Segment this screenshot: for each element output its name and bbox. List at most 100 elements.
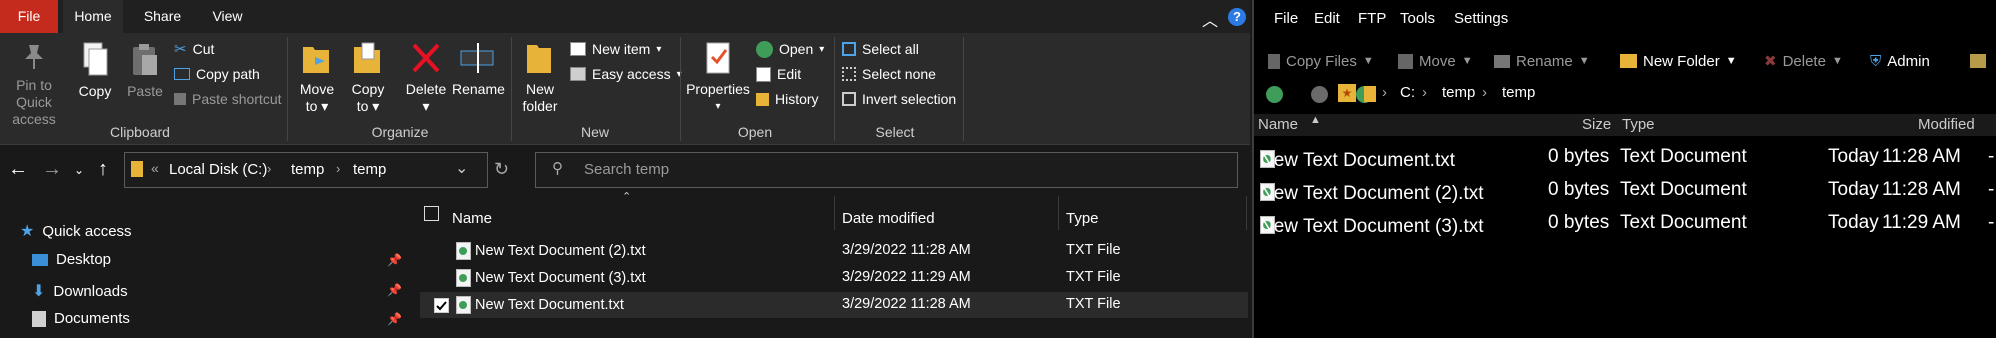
refresh-icon[interactable]: ↻ (494, 159, 509, 180)
path-drive[interactable]: C: (1400, 84, 1415, 101)
tab-share[interactable]: Share (135, 0, 190, 33)
column-header-date[interactable]: Date modified (842, 210, 935, 227)
back-circle-icon[interactable] (1266, 85, 1283, 103)
history-button[interactable]: History (756, 88, 819, 110)
breadcrumb-drive[interactable]: Local Disk (C:) (169, 161, 267, 178)
pin-icon[interactable]: 📌 (387, 283, 402, 297)
file-day-cell: Today (1828, 212, 1879, 233)
manager-rename-button[interactable]: Rename ▼ (1494, 47, 1590, 75)
edit-label: Edit (777, 66, 802, 82)
admin-label: Admin (1887, 52, 1930, 70)
move-to-button[interactable]: Move to ▾ (295, 39, 339, 115)
delete-button[interactable]: Delete ▾ (404, 39, 448, 115)
select-all-checkbox[interactable] (424, 206, 439, 221)
pin-quick-access-button[interactable]: Pin to Quick access (0, 41, 68, 128)
column-header-name[interactable]: Name (1258, 116, 1298, 133)
file-day-cell: Today (1828, 179, 1879, 200)
tab-view[interactable]: View (200, 0, 255, 33)
edit-button[interactable]: Edit (756, 63, 801, 85)
forward-arrow-icon[interactable]: → (42, 158, 62, 181)
copy-path-button[interactable]: Copy path (174, 63, 260, 85)
properties-button[interactable]: Properties ▾ (685, 39, 751, 115)
admin-shield-icon: ⛨ (1870, 52, 1882, 70)
open-icon (756, 40, 773, 58)
row-checkbox-checked[interactable] (434, 298, 449, 313)
manager-file-row[interactable]: New Text Document.txt 0 bytes Text Docum… (1254, 142, 1996, 174)
address-bar[interactable]: « Local Disk (C:) › temp › temp ⌄ (124, 152, 488, 188)
new-item-button[interactable]: New item ▾ (570, 38, 661, 60)
path-temp[interactable]: temp (1442, 84, 1475, 101)
search-input[interactable]: ⚲ Search temp (535, 152, 1238, 188)
menu-ftp[interactable]: FTP (1358, 10, 1386, 27)
column-header-name[interactable]: Name (452, 210, 492, 227)
recent-locations-icon[interactable]: ⌄ (74, 163, 84, 177)
properties-icon (706, 42, 730, 74)
organize-group-label: Organize (371, 124, 429, 140)
pin-icon[interactable]: 📌 (387, 253, 402, 267)
breadcrumb-temp-current[interactable]: temp (353, 161, 386, 178)
paste-shortcut-button[interactable]: Paste shortcut (174, 88, 282, 110)
rename-icon (460, 43, 494, 73)
easy-access-button[interactable]: Easy access▾ (570, 63, 682, 85)
file-time-cell: 11:28 AM (1882, 146, 1961, 167)
cut-button[interactable]: ✂ Cut (174, 38, 214, 60)
column-header-type[interactable]: Type (1622, 116, 1655, 133)
copy-button[interactable]: Copy (74, 41, 116, 100)
file-date-cell: 3/29/2022 11:28 AM (842, 242, 971, 258)
file-row-selected[interactable]: New Text Document.txt 3/29/2022 11:28 AM… (420, 292, 1248, 318)
move-button[interactable]: Move ▼ (1398, 47, 1473, 75)
select-all-button[interactable]: Select all (842, 38, 919, 60)
menu-file[interactable]: File (1274, 10, 1298, 27)
file-row[interactable]: New Text Document (3).txt 3/29/2022 11:2… (420, 265, 1248, 291)
ribbon-divider (287, 37, 288, 141)
file-row[interactable]: New Text Document (2).txt 3/29/2022 11:2… (420, 238, 1248, 264)
open-button[interactable]: Open ▾ (756, 38, 824, 60)
forward-circle-icon[interactable] (1311, 85, 1329, 103)
manager-file-row[interactable]: New Text Document (3).txt 0 bytes Text D… (1254, 208, 1996, 240)
manager-file-row[interactable]: New Text Document (2).txt 0 bytes Text D… (1254, 175, 1996, 207)
menu-tools[interactable]: Tools (1400, 10, 1435, 27)
copy-files-button[interactable]: Copy Files ▼ (1268, 47, 1374, 75)
column-header-size[interactable]: Size (1582, 116, 1611, 133)
column-divider[interactable] (1246, 196, 1247, 230)
toolbar-overflow-button[interactable] (1970, 47, 1986, 75)
back-arrow-icon[interactable]: ← (8, 158, 28, 181)
copy-to-button[interactable]: Copy to ▾ (346, 39, 390, 115)
column-divider[interactable] (1058, 196, 1059, 230)
path-temp-current[interactable]: temp (1502, 84, 1535, 101)
paste-button[interactable]: Paste (124, 41, 166, 100)
nav-quick-access[interactable]: ★ Quick access (20, 221, 132, 241)
menu-settings[interactable]: Settings (1454, 10, 1508, 27)
nav-documents[interactable]: Documents (32, 310, 130, 327)
column-header-type[interactable]: Type (1066, 210, 1099, 227)
column-divider[interactable] (834, 196, 835, 230)
invert-selection-button[interactable]: Invert selection (842, 88, 956, 110)
nav-desktop[interactable]: Desktop (32, 251, 111, 268)
manager-delete-button[interactable]: ✖ Delete ▼ (1764, 47, 1843, 75)
select-none-button[interactable]: Select none (842, 63, 936, 85)
address-dropdown-icon[interactable]: ⌄ (455, 158, 468, 178)
file-date-cell: 3/29/2022 11:29 AM (842, 269, 971, 285)
pin-icon[interactable]: 📌 (387, 312, 402, 326)
rename-button[interactable]: Rename (452, 39, 505, 98)
collapse-ribbon-icon[interactable]: ︿ (1202, 7, 1218, 31)
up-arrow-icon[interactable]: ↑ (98, 158, 108, 181)
move-to-icon (303, 47, 329, 73)
nav-label: Downloads (53, 282, 128, 300)
tab-file[interactable]: File (0, 0, 58, 33)
move-icon (1398, 53, 1413, 69)
desktop-icon (32, 253, 48, 266)
file-day-cell: Today (1828, 146, 1879, 167)
nav-label: Documents (54, 310, 130, 327)
help-icon[interactable]: ? (1228, 8, 1246, 26)
menu-edit[interactable]: Edit (1314, 10, 1340, 27)
admin-button[interactable]: ⛨ Admin (1870, 47, 1930, 75)
nav-downloads[interactable]: ⬇ Downloads (32, 281, 128, 301)
tab-home[interactable]: Home (63, 0, 123, 33)
manager-new-folder-button[interactable]: New Folder ▼ (1620, 47, 1737, 75)
new-folder-button[interactable]: New folder (518, 39, 562, 115)
favorites-star-icon[interactable]: ★ (1338, 84, 1356, 102)
column-header-modified[interactable]: Modified (1918, 116, 1975, 133)
folder-icon (131, 161, 143, 177)
breadcrumb-temp[interactable]: temp (291, 161, 324, 178)
